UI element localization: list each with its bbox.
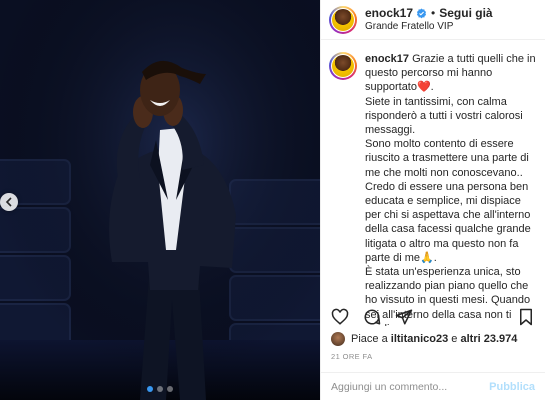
paper-plane-icon <box>395 309 413 325</box>
carousel-prev-button[interactable] <box>0 190 18 214</box>
caption-line: Credo di essere una persona ben educata … <box>365 180 531 264</box>
comment-form: Pubblica <box>321 372 545 400</box>
liker-avatar[interactable] <box>331 332 345 346</box>
verified-badge-icon <box>416 8 427 19</box>
carousel-indicator <box>0 386 320 392</box>
caption-username[interactable]: enock17 <box>365 53 409 65</box>
likes-count-link[interactable]: altri 23.974 <box>460 333 517 345</box>
likes-summary: Piace a iltitanico23 e altri 23.974 <box>331 332 517 346</box>
following-button[interactable]: Segui già <box>439 6 492 21</box>
comment-button[interactable] <box>363 308 381 326</box>
save-button[interactable] <box>517 308 535 326</box>
header-separator: • <box>431 5 436 20</box>
carousel-dot <box>147 386 153 392</box>
carousel-dot <box>157 386 163 392</box>
likes-prefix: Piace a <box>351 333 388 345</box>
chevron-left-icon <box>0 193 18 211</box>
share-button[interactable] <box>395 308 413 326</box>
carousel-dot <box>167 386 173 392</box>
post-header: enock17 • Segui già Grande Fratello VIP <box>321 0 545 40</box>
heart-icon <box>331 308 349 325</box>
caption-author-avatar[interactable] <box>329 52 357 80</box>
author-username[interactable]: enock17 <box>365 6 413 21</box>
action-bar <box>321 306 545 328</box>
comment-input[interactable] <box>331 380 490 393</box>
caption-line: Siete in tantissimi, con calma risponder… <box>365 95 523 137</box>
caption-text: enock17 Grazie a tutti quelli che in que… <box>365 52 537 326</box>
caption-line: Sono molto contento di essere riuscito a… <box>365 138 529 179</box>
post-photo[interactable] <box>0 0 320 400</box>
photo-scene <box>0 0 320 400</box>
caption-section: enock17 Grazie a tutti quelli che in que… <box>321 40 545 326</box>
post-timestamp[interactable]: 21 ORE FA <box>331 352 373 361</box>
liker-username[interactable]: iltitanico23 <box>391 333 448 345</box>
comment-bubble-icon <box>364 309 381 325</box>
publish-button[interactable]: Pubblica <box>489 381 535 393</box>
author-avatar[interactable] <box>329 5 357 34</box>
bookmark-icon <box>520 308 532 326</box>
likes-connector: e <box>451 333 458 345</box>
post-location[interactable]: Grande Fratello VIP <box>365 21 493 34</box>
like-button[interactable] <box>331 308 349 326</box>
post-sidebar: enock17 • Segui già Grande Fratello VIP … <box>320 0 545 400</box>
